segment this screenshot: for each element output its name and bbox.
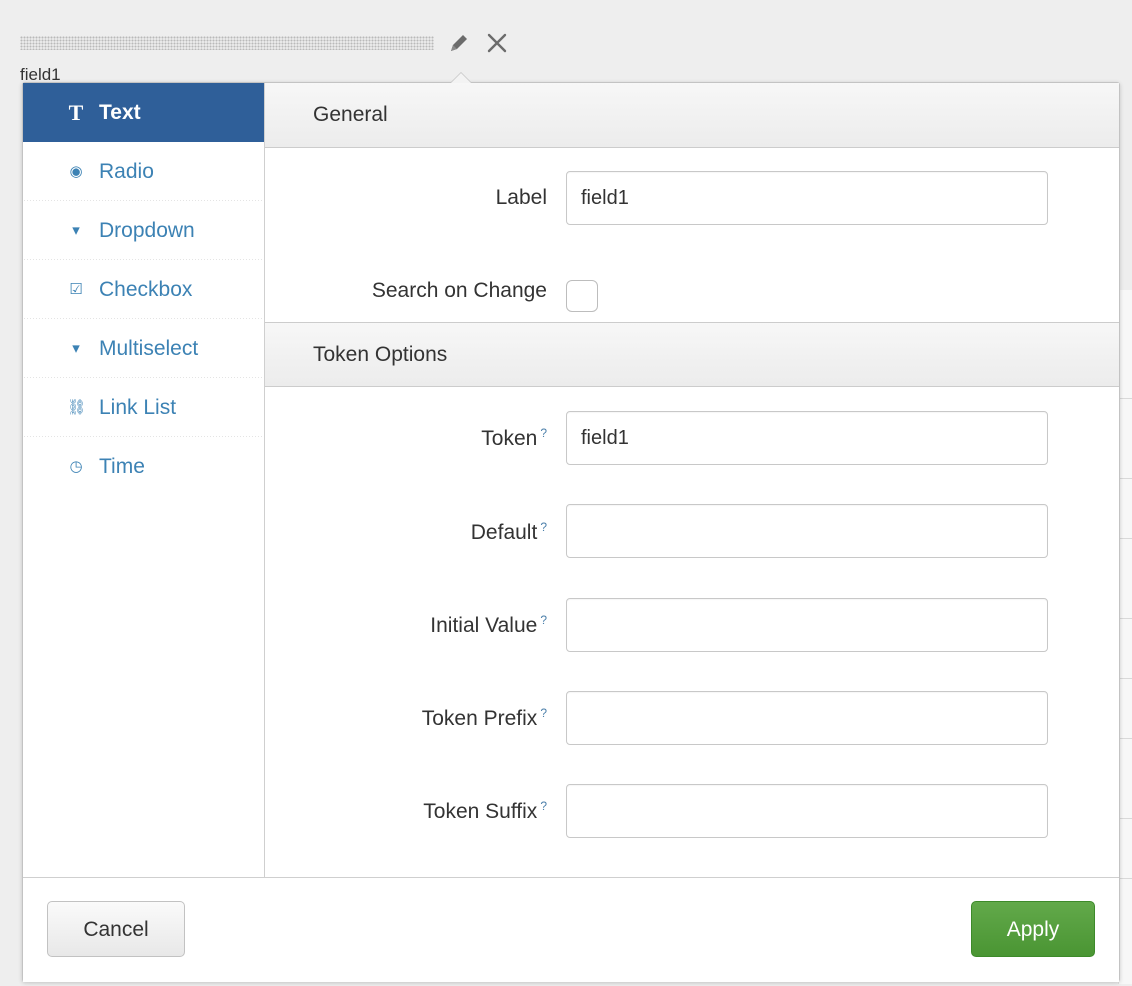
type-item-radio[interactable]: ◉ Radio bbox=[23, 142, 264, 201]
type-item-label: Link List bbox=[99, 396, 177, 419]
default-label-text: Default bbox=[470, 521, 538, 544]
input-field-label: field1 bbox=[20, 66, 61, 80]
token-options-section-header: Token Options bbox=[265, 322, 1119, 387]
radio-icon: ◉ bbox=[69, 163, 83, 180]
type-item-checkbox[interactable]: ☑ Checkbox bbox=[23, 260, 264, 319]
default-field-label: Default? bbox=[471, 520, 547, 545]
pencil-icon[interactable] bbox=[446, 30, 472, 56]
label-field-label: Label bbox=[495, 186, 547, 209]
token-field-label: Token? bbox=[481, 426, 547, 451]
clock-icon: ◷ bbox=[69, 458, 83, 475]
initial-value-input[interactable] bbox=[566, 598, 1048, 652]
cancel-button[interactable]: Cancel bbox=[47, 901, 185, 957]
help-icon[interactable]: ? bbox=[540, 520, 547, 534]
popup-footer: Cancel Apply bbox=[23, 877, 1119, 982]
input-settings: General Label Search on Change Token Opt… bbox=[265, 83, 1119, 877]
type-item-link-list[interactable]: ⛓ Link List bbox=[23, 378, 264, 437]
help-icon[interactable]: ? bbox=[540, 426, 547, 440]
token-prefix-field-label: Token Prefix? bbox=[422, 706, 547, 731]
token-suffix-input[interactable] bbox=[566, 784, 1048, 838]
type-item-label: Radio bbox=[99, 160, 154, 183]
type-item-text[interactable]: T Text bbox=[23, 83, 264, 142]
background-panel-edge bbox=[1118, 290, 1132, 984]
help-icon[interactable]: ? bbox=[540, 613, 547, 627]
label-input[interactable] bbox=[566, 171, 1048, 225]
help-icon[interactable]: ? bbox=[540, 706, 547, 720]
token-suffix-label-text: Token Suffix bbox=[423, 800, 538, 823]
initial-value-field-label: Initial Value? bbox=[430, 613, 547, 638]
close-icon[interactable] bbox=[484, 30, 510, 56]
type-item-label: Checkbox bbox=[99, 278, 193, 301]
text-type-icon: T bbox=[68, 100, 84, 125]
caret-down-icon: ▾ bbox=[72, 222, 80, 239]
apply-button[interactable]: Apply bbox=[971, 901, 1095, 957]
token-input[interactable] bbox=[566, 411, 1048, 465]
input-editor-popup: T Text ◉ Radio ▾ Dropdown ☑ Checkbox ▾ M… bbox=[22, 72, 1120, 982]
help-icon[interactable]: ? bbox=[540, 799, 547, 813]
type-item-time[interactable]: ◷ Time bbox=[23, 437, 264, 496]
checkbox-icon: ☑ bbox=[69, 281, 83, 298]
link-icon: ⛓ bbox=[67, 399, 87, 416]
popup-arrow bbox=[450, 72, 472, 83]
type-item-label: Dropdown bbox=[99, 219, 195, 242]
type-item-multiselect[interactable]: ▾ Multiselect bbox=[23, 319, 264, 378]
type-item-label: Time bbox=[99, 455, 145, 478]
token-prefix-label-text: Token Prefix bbox=[421, 707, 538, 730]
input-type-list: T Text ◉ Radio ▾ Dropdown ☑ Checkbox ▾ M… bbox=[23, 83, 265, 877]
type-item-label: Multiselect bbox=[99, 337, 199, 360]
type-item-label: Text bbox=[99, 101, 141, 124]
search-on-change-checkbox[interactable] bbox=[566, 280, 598, 312]
caret-down-icon: ▾ bbox=[72, 340, 80, 357]
initial-value-label-text: Initial Value bbox=[430, 614, 538, 637]
drag-handle[interactable] bbox=[20, 36, 434, 50]
type-item-dropdown[interactable]: ▾ Dropdown bbox=[23, 201, 264, 260]
general-section-header: General bbox=[265, 83, 1119, 148]
token-suffix-field-label: Token Suffix? bbox=[423, 799, 547, 824]
default-input[interactable] bbox=[566, 504, 1048, 558]
search-on-change-label: Search on Change bbox=[371, 279, 547, 302]
token-label-text: Token bbox=[481, 427, 538, 450]
token-prefix-input[interactable] bbox=[566, 691, 1048, 745]
